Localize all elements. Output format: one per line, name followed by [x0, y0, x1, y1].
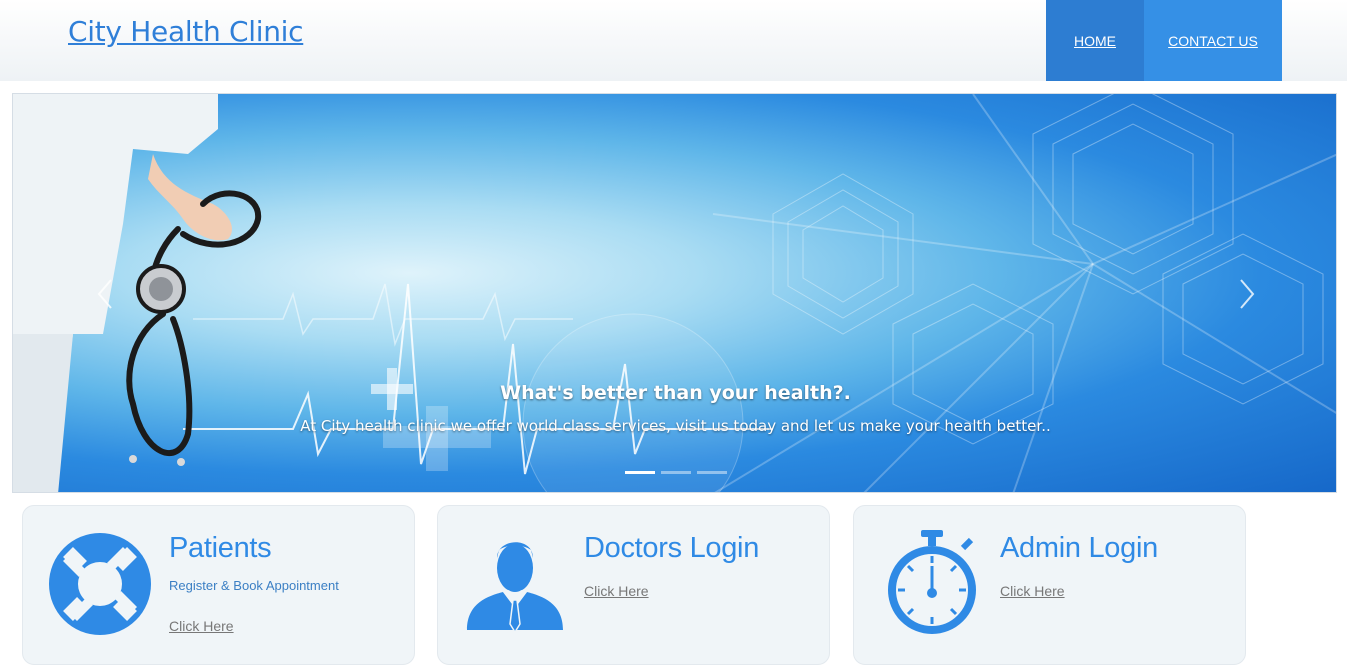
patients-title: Patients: [169, 532, 272, 564]
site-logo-link[interactable]: City Health Clinic: [68, 15, 304, 48]
carousel-indicator-3[interactable]: [697, 471, 727, 474]
patients-card: Patients Register & Book Appointment Cli…: [22, 505, 415, 665]
nav-home-link[interactable]: HOME: [1046, 0, 1144, 81]
main-nav: HOME CONTACT US: [1046, 0, 1282, 81]
carousel-indicator-1[interactable]: [625, 471, 655, 474]
patients-subtitle: Register & Book Appointment: [169, 578, 339, 593]
chevron-right-icon: [1240, 279, 1255, 309]
carousel-indicators: [625, 471, 727, 474]
doctors-click-here-link[interactable]: Click Here: [584, 583, 649, 599]
site-header: City Health Clinic HOME CONTACT US: [0, 0, 1347, 81]
carousel-caption-text: At City health clinic we offer world cla…: [300, 417, 1051, 435]
lifebuoy-icon: [49, 533, 151, 635]
admin-click-here-link[interactable]: Click Here: [1000, 583, 1065, 599]
doctors-card: Doctors Login Click Here: [437, 505, 830, 665]
carousel-indicator-2[interactable]: [661, 471, 691, 474]
nav-contact-link[interactable]: CONTACT US: [1144, 0, 1282, 81]
admin-title: Admin Login: [1000, 532, 1158, 564]
stopwatch-icon: [888, 530, 976, 634]
carousel-prev-button[interactable]: [91, 274, 121, 314]
patients-click-here-link[interactable]: Click Here: [169, 618, 234, 634]
admin-card: Admin Login Click Here: [853, 505, 1246, 665]
carousel-caption-title: What's better than your health?.: [500, 382, 851, 404]
hero-carousel: What's better than your health?. At City…: [12, 93, 1337, 493]
chevron-left-icon: [97, 279, 112, 309]
doctors-title: Doctors Login: [584, 532, 760, 564]
carousel-next-button[interactable]: [1231, 274, 1261, 314]
doctor-icon: [467, 542, 563, 634]
